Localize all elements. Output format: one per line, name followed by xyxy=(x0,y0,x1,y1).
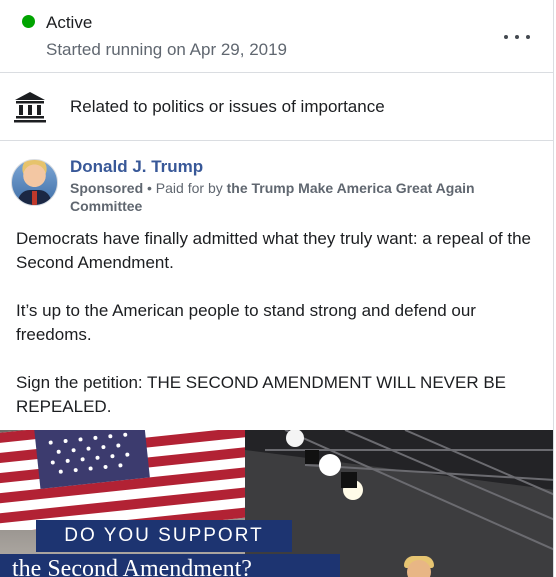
ad-headline-banner: DO YOU SUPPORT xyxy=(36,520,292,552)
page-name-link[interactable]: Donald J. Trump xyxy=(70,157,203,177)
ad-category-section: Related to politics or issues of importa… xyxy=(0,73,553,141)
active-status-dot xyxy=(22,15,35,28)
post-paragraph: Sign the petition: THE SECOND AMENDMENT … xyxy=(16,373,507,416)
more-dot-icon xyxy=(515,35,519,39)
more-options-button[interactable] xyxy=(504,27,530,47)
sponsor-disclaimer: Sponsored • Paid for by the Trump Make A… xyxy=(70,179,520,215)
ad-post: Donald J. Trump Sponsored • Paid for by … xyxy=(0,141,553,577)
ad-card: Active Started running on Apr 29, 2019 R… xyxy=(0,0,554,577)
speaker-figure-head xyxy=(407,560,431,577)
category-label: Related to politics or issues of importa… xyxy=(70,97,385,116)
start-date: Started running on Apr 29, 2019 xyxy=(46,40,288,59)
avatar-tie xyxy=(32,191,37,205)
ad-creative-image[interactable]: DO YOU SUPPORT the Second Amendment? xyxy=(0,430,553,577)
page-avatar[interactable] xyxy=(11,159,58,206)
american-flag-graphic xyxy=(0,430,250,530)
post-paragraph: It’s up to the American people to stand … xyxy=(16,301,476,344)
ad-status-section: Active Started running on Apr 29, 2019 xyxy=(0,0,553,73)
post-body: Democrats have finally admitted what the… xyxy=(16,227,546,443)
government-building-icon xyxy=(14,92,46,123)
more-dot-icon xyxy=(504,35,508,39)
post-paragraph: Democrats have finally admitted what the… xyxy=(16,229,531,272)
sponsored-label: Sponsored xyxy=(70,180,144,196)
status-label: Active xyxy=(46,13,93,32)
paid-for-prefix: • Paid for by xyxy=(143,180,227,196)
ad-subheadline-banner: the Second Amendment? xyxy=(0,554,340,577)
more-dot-icon xyxy=(526,35,530,39)
